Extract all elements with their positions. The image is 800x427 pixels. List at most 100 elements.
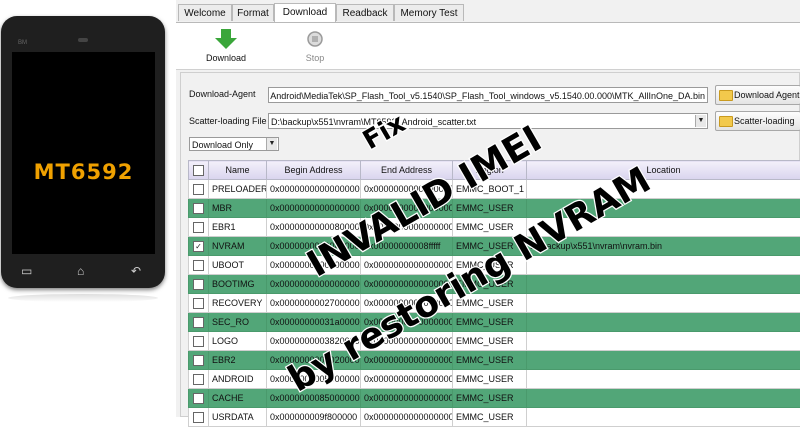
row-checkbox[interactable]	[189, 389, 209, 408]
end-address: 0x0000000000000000	[361, 351, 453, 370]
column-header-end-address[interactable]: End Address	[361, 161, 453, 180]
row-checkbox[interactable]	[189, 370, 209, 389]
stop-button-label: Stop	[285, 53, 345, 63]
end-address: 0x0000000000000000	[361, 408, 453, 427]
table-row[interactable]: EBR10x00000000000800000x0000000000000000…	[189, 218, 800, 237]
begin-address: 0x000000009f800000	[267, 408, 361, 427]
row-checkbox[interactable]	[189, 332, 209, 351]
row-checkbox[interactable]	[189, 313, 209, 332]
region: EMMC_USER	[453, 218, 527, 237]
location	[527, 313, 800, 332]
location	[527, 408, 800, 427]
down-arrow-icon	[196, 27, 256, 51]
end-address: 0x0000000000000000	[361, 332, 453, 351]
begin-address: 0x0000000000040000	[267, 237, 361, 256]
table-row[interactable]: PRELOADER0x00000000000000000x00000000000…	[189, 180, 800, 199]
partition-name: LOGO	[209, 332, 267, 351]
partition-name: RECOVERY	[209, 294, 267, 313]
folder-icon	[719, 116, 733, 127]
table-row[interactable]: UBOOT0x00000000000000000x000000000000000…	[189, 256, 800, 275]
row-checkbox[interactable]	[189, 275, 209, 294]
scatter-loading-button-label: Scatter-loading	[734, 116, 795, 126]
table-row[interactable]: RECOVERY0x00000000027000000x000000000000…	[189, 294, 800, 313]
begin-address: 0x00000000031a0000	[267, 313, 361, 332]
checkbox-icon	[193, 336, 204, 347]
table-row[interactable]: ✓NVRAM0x00000000000400000x00000000008fff…	[189, 237, 800, 256]
tab-format[interactable]: Format	[232, 4, 274, 21]
partition-name: UBOOT	[209, 256, 267, 275]
phone-model-label: MT6592	[12, 160, 155, 184]
scatter-file-input[interactable]: D:\backup\x551\nvram\MT6592_Android_scat…	[268, 113, 708, 129]
row-checkbox[interactable]	[189, 199, 209, 218]
end-address: 0x0000000000000000	[361, 256, 453, 275]
column-header-name[interactable]: Name	[209, 161, 267, 180]
download-agent-input[interactable]: Android\MediaTek\SP_Flash_Tool_v5.1540\S…	[268, 87, 708, 103]
select-all-checkbox[interactable]	[189, 161, 209, 180]
download-panel: Download-Agent Android\MediaTek\SP_Flash…	[180, 72, 800, 417]
table-row[interactable]: EBR20x00000000040200000x0000000000000000…	[189, 351, 800, 370]
checkbox-icon	[193, 298, 204, 309]
table-row[interactable]: CACHE0x00000000850000000x000000000000000…	[189, 389, 800, 408]
table-row[interactable]: BOOTIMG0x00000000000000000x0000000000000…	[189, 275, 800, 294]
end-address: 0x0000000000000000	[361, 199, 453, 218]
location	[527, 332, 800, 351]
stop-button[interactable]: Stop	[285, 27, 345, 67]
row-checkbox[interactable]	[189, 256, 209, 275]
begin-address: 0x0000000000080000	[267, 218, 361, 237]
phone-home-icon: ⌂	[77, 264, 84, 278]
chevron-down-icon[interactable]: ▼	[266, 138, 277, 150]
tab-bar: Welcome Format Download Readback Memory …	[176, 4, 800, 23]
checkbox-icon	[193, 184, 204, 195]
row-checkbox[interactable]	[189, 180, 209, 199]
row-checkbox[interactable]: ✓	[189, 237, 209, 256]
checkbox-icon	[193, 317, 204, 328]
location: D:\backup\x551\nvram\nvram.bin	[527, 237, 800, 256]
table-row[interactable]: LOGO0x00000000038200000x0000000000000000…	[189, 332, 800, 351]
download-button-label: Download	[196, 53, 256, 63]
scatter-loading-button[interactable]: Scatter-loading	[715, 111, 800, 131]
region: EMMC_USER	[453, 256, 527, 275]
checkbox-icon	[193, 279, 204, 290]
region: EMMC_USER	[453, 351, 527, 370]
table-row[interactable]: SEC_RO0x00000000031a00000x00000000000000…	[189, 313, 800, 332]
column-header-region[interactable]: Region	[453, 161, 527, 180]
table-row[interactable]: USRDATA0x000000009f8000000x0000000000000…	[189, 408, 800, 427]
tab-welcome[interactable]: Welcome	[178, 4, 232, 21]
location	[527, 389, 800, 408]
tab-readback[interactable]: Readback	[336, 4, 394, 21]
phone-speaker-icon	[78, 38, 88, 42]
phone-back-icon: ↶	[131, 264, 141, 278]
table-header: Name Begin Address End Address Region Lo…	[189, 161, 800, 180]
region: EMMC_USER	[453, 199, 527, 218]
row-checkbox[interactable]	[189, 408, 209, 427]
column-header-location[interactable]: Location	[527, 161, 800, 180]
partition-name: SEC_RO	[209, 313, 267, 332]
download-agent-button-label: Download Agent	[734, 90, 800, 100]
table-row[interactable]: MBR0x00000000000000000x0000000000000000E…	[189, 199, 800, 218]
tab-memory-test[interactable]: Memory Test	[394, 4, 464, 21]
checkbox-icon	[193, 260, 204, 271]
download-button[interactable]: Download	[196, 27, 256, 67]
row-checkbox[interactable]	[189, 294, 209, 313]
region: EMMC_USER	[453, 275, 527, 294]
phone-brand: BM	[18, 40, 27, 46]
download-mode-select[interactable]: Download Only ▼	[189, 137, 279, 151]
column-header-begin-address[interactable]: Begin Address	[267, 161, 361, 180]
region: EMMC_USER	[453, 332, 527, 351]
row-checkbox[interactable]	[189, 351, 209, 370]
location	[527, 294, 800, 313]
begin-address: 0x0000000002700000	[267, 294, 361, 313]
begin-address: 0x0000000000000000	[267, 180, 361, 199]
scatter-file-label: Scatter-loading File	[189, 116, 267, 126]
flash-tool-window: Welcome Format Download Readback Memory …	[176, 0, 800, 417]
table-row[interactable]: ANDROID0x00000000050000000x0000000000000…	[189, 370, 800, 389]
checkbox-icon	[193, 355, 204, 366]
download-mode-value: Download Only	[192, 140, 253, 150]
end-address: 0x0000000000000000	[361, 218, 453, 237]
chevron-down-icon[interactable]: ▼	[695, 115, 706, 127]
row-checkbox[interactable]	[189, 218, 209, 237]
region: EMMC_USER	[453, 408, 527, 427]
tab-download[interactable]: Download	[274, 3, 336, 22]
location	[527, 180, 800, 199]
download-agent-button[interactable]: Download Agent	[715, 85, 800, 105]
